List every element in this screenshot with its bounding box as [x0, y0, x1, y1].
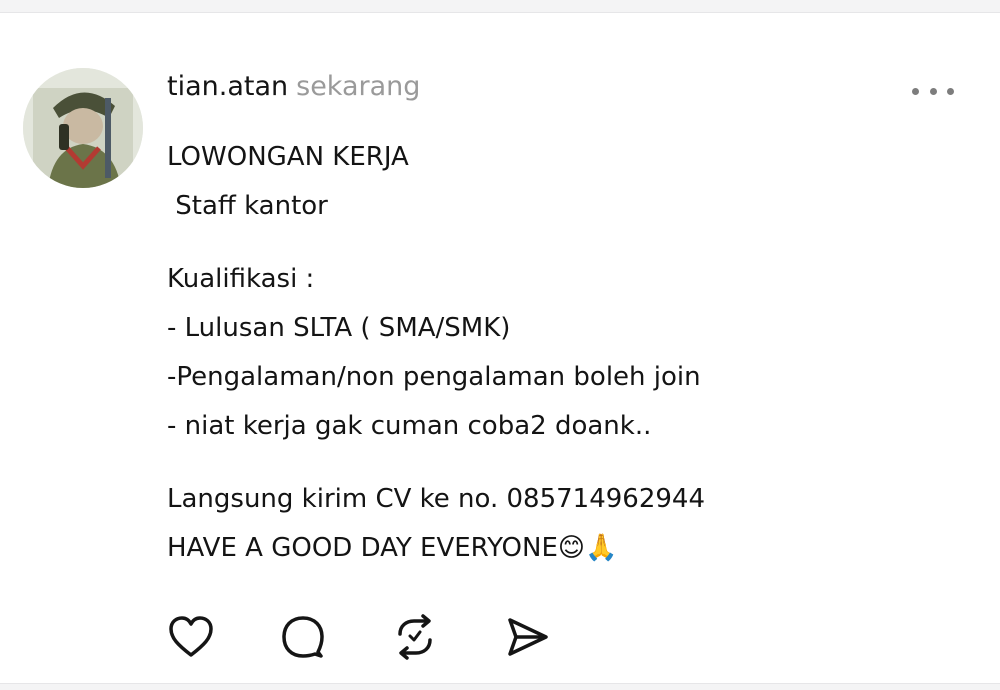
username[interactable]: tian.atan	[167, 71, 288, 102]
comment-button[interactable]	[277, 611, 329, 663]
more-dot	[929, 87, 937, 95]
repost-icon	[398, 614, 432, 660]
post-line: - Lulusan SLTA ( SMA/SMK)	[167, 313, 511, 343]
heart-icon	[169, 616, 213, 657]
avatar-image	[23, 68, 143, 188]
post-line: - niat kerja gak cuman coba2 doank..	[167, 411, 652, 441]
post-line	[167, 451, 967, 475]
post-card: tian.atan sekarang LOWONGAN KERJA Staff …	[0, 12, 1000, 684]
post-line: Langsung kirim CV ke no. 085714962944	[167, 484, 706, 514]
post-line: Kualifikasi :	[167, 264, 315, 294]
post-line: HAVE A GOOD DAY EVERYONE😊🙏	[167, 533, 618, 563]
action-bar	[165, 611, 553, 663]
post-line	[167, 231, 967, 255]
post-body: LOWONGAN KERJA Staff kantor Kualifikasi …	[167, 133, 967, 573]
more-dot	[947, 87, 954, 95]
post-line: -Pengalaman/non pengalaman boleh join	[167, 362, 701, 392]
repost-button[interactable]	[389, 611, 441, 663]
avatar[interactable]	[23, 68, 143, 188]
send-icon	[508, 618, 548, 656]
post-header: tian.atan sekarang	[167, 71, 420, 102]
more-dot	[912, 87, 919, 95]
post-line: Staff kantor	[167, 191, 328, 221]
share-button[interactable]	[501, 611, 553, 663]
timestamp: sekarang	[296, 71, 421, 102]
more-options-icon[interactable]	[912, 85, 954, 97]
like-button[interactable]	[165, 611, 217, 663]
post-line: LOWONGAN KERJA	[167, 142, 409, 172]
comment-bubble-icon	[282, 616, 324, 658]
